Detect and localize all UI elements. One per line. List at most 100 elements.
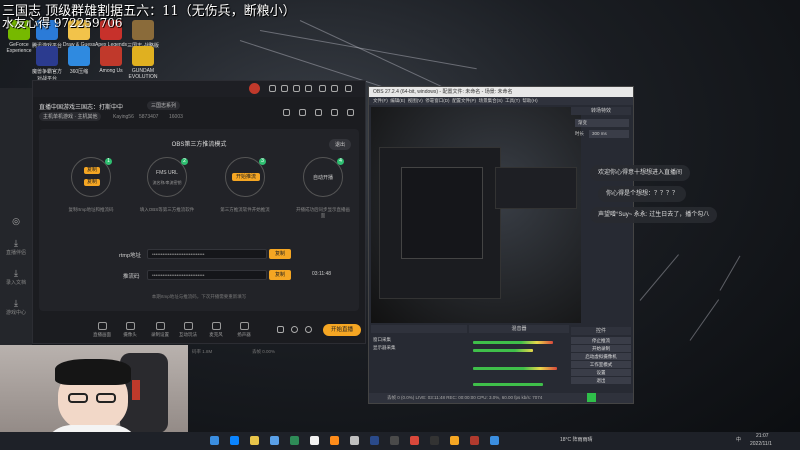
shirt-icon[interactable] [281, 85, 288, 92]
minimize-icon[interactable] [319, 85, 326, 92]
download-icon: ⤓ [14, 238, 18, 248]
fans-stat: 5873407 [139, 114, 159, 120]
screen-icon[interactable] [277, 326, 284, 333]
menu-profile[interactable]: 配置文件(P) [452, 98, 476, 103]
copy-button[interactable]: 复制 [84, 167, 100, 174]
app-icon[interactable] [330, 436, 339, 445]
menu-edit[interactable]: 编辑(E) [390, 98, 405, 103]
among-us-icon [100, 46, 122, 66]
tool-scene[interactable]: 直播画面 [91, 322, 113, 338]
stream-key-field[interactable]: •••••••••••••••••••••••••••••• [147, 270, 267, 280]
folder-icon[interactable] [250, 436, 259, 445]
steam-icon[interactable] [390, 436, 399, 445]
exit-obs-button[interactable]: 退出 [571, 377, 631, 384]
menu-file[interactable]: 文件(F) [373, 98, 388, 103]
likes-stat: 16003 [169, 114, 183, 120]
headset-icon[interactable] [269, 85, 276, 92]
app-icon[interactable] [490, 436, 499, 445]
chat-message: 欢迎你心得意十想想进入直播间 [590, 165, 691, 181]
app-icon[interactable] [470, 436, 479, 445]
start-icon[interactable] [230, 436, 239, 445]
eye-icon[interactable] [291, 326, 298, 333]
tool-mic[interactable]: 麦克风 [205, 322, 227, 338]
studio-mode-button[interactable]: 工作室模式 [571, 361, 631, 368]
nested-preview [401, 167, 483, 259]
bell-icon[interactable] [331, 109, 338, 116]
menu-icon[interactable] [305, 85, 312, 92]
tool-speaker[interactable]: 扬声器 [233, 322, 255, 338]
settings-button[interactable]: 设置 [571, 369, 631, 376]
start-recording-button[interactable]: 开始录制 [571, 345, 631, 352]
start-live-button[interactable]: 开始直播 [323, 324, 361, 336]
desktop-icon[interactable]: GUNDAM EVOLUTION [126, 46, 160, 80]
camera-icon[interactable] [315, 109, 322, 116]
wallpaper-streak [719, 255, 741, 291]
desktop-icon[interactable]: 360压缩 [62, 46, 96, 75]
transitions-header: 转场特效 [571, 107, 631, 115]
audio-meter [473, 383, 543, 386]
gift-icon[interactable] [283, 109, 290, 116]
left-strip-item[interactable]: ◎ [0, 216, 32, 227]
left-strip-item[interactable]: ⤓ 直播伴侣 [0, 238, 32, 256]
room-title[interactable]: 直播中国游戏三国志：打斯中中 [39, 102, 123, 111]
source-item[interactable]: 窗口采集 [373, 337, 391, 343]
app-icon[interactable] [410, 436, 419, 445]
app-icon[interactable] [450, 436, 459, 445]
exit-button[interactable]: 退出 [328, 139, 351, 150]
copy-button[interactable]: 复制 [84, 179, 100, 186]
source-item[interactable]: 显示器采集 [373, 345, 396, 351]
left-strip-item[interactable]: ⤓ 录入文档 [0, 268, 32, 286]
app-icon[interactable] [370, 436, 379, 445]
obs-preview[interactable] [371, 107, 581, 323]
weather-widget[interactable]: 18°C 阵雨雨晴 [560, 436, 593, 443]
left-strip-item[interactable]: ⤓ 游戏中心 [0, 298, 32, 316]
start-push-button[interactable]: 开始推流 [232, 173, 260, 181]
desktop-icon[interactable]: 魔兽争霸官方对战平台 [30, 46, 64, 82]
obs-icon[interactable] [430, 436, 439, 445]
duration-input[interactable]: 300 ms [589, 130, 629, 138]
gear-icon[interactable] [305, 326, 312, 333]
edge-icon[interactable] [210, 436, 219, 445]
close-icon[interactable] [345, 85, 352, 92]
step-4-text: 开播成功后同步显示直播画面 [296, 207, 350, 218]
menu-docks[interactable]: 停靠窗口(D) [425, 98, 449, 103]
clock-time[interactable]: 21:07 [756, 433, 769, 439]
chat-message: 声望噌°Suy~ 永永: 过生日去了，播个勾八 [590, 207, 718, 223]
maximize-icon[interactable] [331, 85, 338, 92]
tool-interact[interactable]: 互动玩法 [177, 322, 199, 338]
desktop-icon[interactable]: Among Us [94, 46, 128, 74]
menu-tools[interactable]: 工具(T) [505, 98, 520, 103]
copy-rtmp-button[interactable]: 复制 [269, 249, 291, 259]
rtmp-field[interactable]: •••••••••••••••••••••••••••••• [147, 249, 267, 259]
mic-icon [211, 322, 221, 330]
store-icon[interactable] [270, 436, 279, 445]
tool-camera[interactable]: 摄像头 [119, 322, 141, 338]
menu-view[interactable]: 视图(V) [408, 98, 423, 103]
ime-indicator[interactable]: 中 [736, 436, 741, 443]
gundam-icon [132, 46, 154, 66]
mail-icon[interactable] [293, 85, 300, 92]
avatar[interactable] [249, 83, 260, 94]
share-icon[interactable] [347, 109, 354, 116]
app-icon[interactable] [290, 436, 299, 445]
menu-help[interactable]: 帮助(H) [522, 98, 537, 103]
virtual-camera-button[interactable]: 启动虚拟摄像机 [571, 353, 631, 360]
audio-meter [473, 367, 557, 370]
obs-mode-panel: OBS第三方推流模式 退出 1 复制 复制 复制rtmp地址和推流码 2 FMS… [39, 129, 359, 311]
tool-record[interactable]: 录制设置 [149, 322, 171, 338]
copy-key-button[interactable]: 复制 [269, 270, 291, 280]
step-2-circle: 2 FMS URL 流名称/串流密钥 [147, 157, 188, 197]
desktop-icon[interactable]: 三国志·战略版 [126, 20, 160, 49]
stop-streaming-button[interactable]: 停止推流 [571, 337, 631, 344]
nested-chat-preview [495, 167, 577, 209]
app-icon[interactable] [350, 436, 359, 445]
download-icon: ⤓ [14, 268, 18, 278]
lock-icon[interactable] [299, 109, 306, 116]
transition-select[interactable]: 渐变 [575, 119, 629, 127]
sub-tag-pill[interactable]: 主机单机游戏 · 主机其他 [39, 112, 102, 121]
category-pill[interactable]: 三国志系列 [147, 101, 181, 110]
chrome-icon[interactable] [310, 436, 319, 445]
step-number: 2 [181, 158, 188, 165]
menu-scene-collection[interactable]: 场景集合(S) [479, 98, 503, 103]
clock-date: 2022/11/1 [750, 441, 772, 447]
